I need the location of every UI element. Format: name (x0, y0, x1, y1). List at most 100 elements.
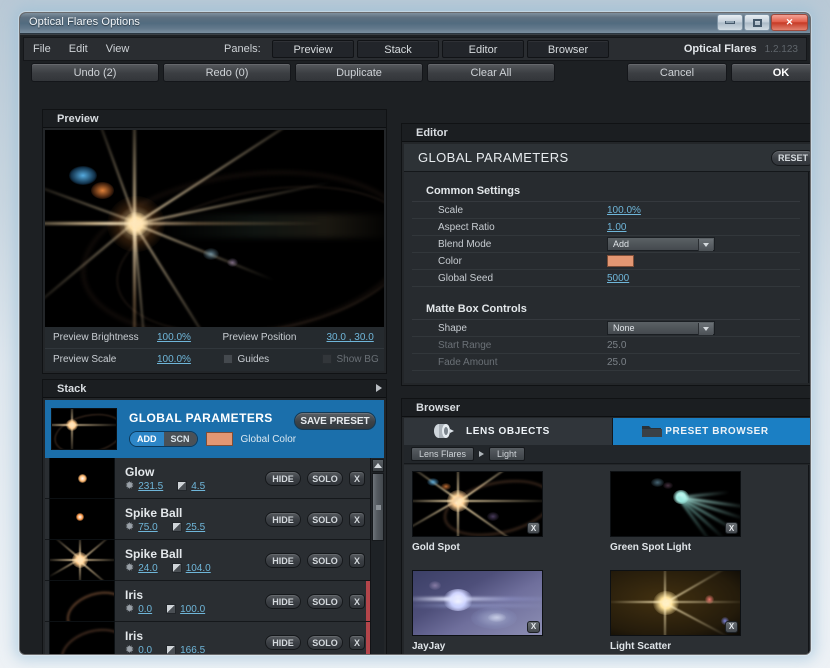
dropdown-blend-mode[interactable]: Add (607, 237, 715, 251)
clear-all-button[interactable]: Clear All (427, 63, 555, 82)
parameter-value[interactable]: 5000 (607, 273, 629, 284)
chevron-right-icon[interactable] (376, 384, 382, 392)
stack-scrollbar[interactable] (370, 458, 384, 655)
parameter-row[interactable]: ShapeNone (412, 320, 800, 337)
preview-brightness-control[interactable]: Preview Brightness 100.0% (45, 332, 215, 343)
solo-button[interactable]: SOLO (307, 471, 343, 486)
global-color-swatch[interactable] (206, 432, 233, 446)
parameter-row[interactable]: Color (412, 253, 800, 270)
preview-position-control[interactable]: Preview Position 30.0 , 30.0 (215, 332, 385, 343)
preview-brightness-value[interactable]: 100.0% (157, 332, 191, 343)
undo-button[interactable]: Undo (2) (31, 63, 159, 82)
tab-browser[interactable]: Browser (527, 40, 609, 58)
tab-stack[interactable]: Stack (357, 40, 439, 58)
preset-thumbnail[interactable]: X (610, 570, 741, 636)
tab-preview[interactable]: Preview (272, 40, 354, 58)
blend-mode-toggle[interactable]: ADD SCN (129, 431, 198, 447)
browser-scroll-up-button[interactable] (810, 466, 811, 479)
preset-thumbnail[interactable]: X (610, 471, 741, 537)
hide-button[interactable]: HIDE (265, 471, 301, 486)
close-button[interactable]: ✕ (771, 14, 808, 31)
editor-scroll-up-button[interactable] (810, 173, 811, 186)
layer-scale[interactable]: 4.5 (177, 481, 205, 492)
guides-checkbox[interactable] (223, 354, 233, 364)
preview-scale-control[interactable]: Preview Scale 100.0% (45, 354, 215, 365)
color-swatch[interactable] (607, 255, 634, 267)
tab-lens-objects[interactable]: LENS OBJECTS (404, 418, 613, 445)
browser-scrollbar[interactable] (808, 465, 811, 655)
tab-preset-browser[interactable]: PRESET BROWSER (613, 418, 811, 445)
remove-button[interactable]: X (725, 621, 738, 633)
hide-button[interactable]: HIDE (265, 512, 301, 527)
solo-button[interactable]: SOLO (307, 635, 343, 650)
showbg-checkbox[interactable] (322, 354, 332, 364)
browser-scroll-thumb[interactable] (810, 523, 811, 553)
editor-scrollbar[interactable] (808, 172, 811, 383)
table-row[interactable]: Spike Ball✹24.0104.0HIDESOLOX (45, 540, 370, 581)
layer-scale[interactable]: 100.0 (166, 604, 205, 615)
maximize-button[interactable] (744, 14, 770, 31)
dropdown-shape[interactable]: None (607, 321, 715, 335)
hide-button[interactable]: HIDE (265, 553, 301, 568)
remove-button[interactable]: X (527, 621, 540, 633)
preset-thumbnail[interactable]: X (412, 570, 543, 636)
stack-scroll-thumb[interactable] (372, 473, 384, 541)
layer-brightness[interactable]: ✹24.0 (125, 563, 158, 574)
blend-scn-option[interactable]: SCN (164, 432, 197, 446)
list-item[interactable]: XJayJay (412, 570, 610, 656)
reset-button[interactable]: RESET (771, 150, 811, 166)
hide-button[interactable]: HIDE (265, 635, 301, 650)
stack-global-row[interactable]: GLOBAL PARAMETERS ADD SCN Global Color S… (45, 400, 384, 458)
parameter-row[interactable]: Scale100.0% (412, 202, 800, 219)
tab-editor[interactable]: Editor (442, 40, 524, 58)
parameter-value[interactable]: 1.00 (607, 222, 626, 233)
table-row[interactable]: Iris✹0.0166.5HIDESOLOX (45, 622, 370, 655)
solo-button[interactable]: SOLO (307, 512, 343, 527)
layer-brightness[interactable]: ✹0.0 (125, 604, 152, 615)
ok-button[interactable]: OK (731, 63, 811, 82)
hide-button[interactable]: HIDE (265, 594, 301, 609)
layer-brightness[interactable]: ✹75.0 (125, 522, 158, 533)
layer-scale[interactable]: 104.0 (172, 563, 211, 574)
duplicate-button[interactable]: Duplicate (295, 63, 423, 82)
list-item[interactable]: XLight Scatter (610, 570, 808, 656)
remove-button[interactable]: X (349, 512, 365, 527)
preview-scale-value[interactable]: 100.0% (157, 354, 191, 365)
chevron-down-icon[interactable] (698, 323, 713, 335)
remove-button[interactable]: X (349, 553, 365, 568)
remove-button[interactable]: X (349, 471, 365, 486)
remove-button[interactable]: X (527, 522, 540, 534)
remove-button[interactable]: X (349, 635, 365, 650)
parameter-row[interactable]: Global Seed5000 (412, 270, 800, 287)
table-row[interactable]: Spike Ball✹75.025.5HIDESOLOX (45, 499, 370, 540)
redo-button[interactable]: Redo (0) (163, 63, 291, 82)
editor-scroll-thumb[interactable] (810, 187, 811, 263)
menu-file[interactable]: File (24, 38, 60, 60)
editor-scroll-down-button[interactable] (810, 369, 811, 382)
table-row[interactable]: Iris✹0.0100.0HIDESOLOX (45, 581, 370, 622)
layer-brightness[interactable]: ✹231.5 (125, 481, 163, 492)
layer-scale[interactable]: 25.5 (172, 522, 205, 533)
remove-button[interactable]: X (349, 594, 365, 609)
preview-position-value[interactable]: 30.0 , 30.0 (327, 332, 374, 343)
solo-button[interactable]: SOLO (307, 553, 343, 568)
solo-button[interactable]: SOLO (307, 594, 343, 609)
parameter-row[interactable]: Blend ModeAdd (412, 236, 800, 253)
menu-edit[interactable]: Edit (60, 38, 97, 60)
save-preset-button[interactable]: SAVE PRESET (294, 412, 376, 430)
table-row[interactable]: Glow✹231.54.5HIDESOLOX (45, 458, 370, 499)
breadcrumb-item-0[interactable]: Lens Flares (411, 447, 474, 461)
preview-canvas[interactable] (45, 130, 384, 343)
cancel-button[interactable]: Cancel (627, 63, 727, 82)
list-item[interactable]: XGreen Spot Light (610, 471, 808, 570)
stack-scroll-up-button[interactable] (372, 459, 384, 472)
blend-add-option[interactable]: ADD (130, 432, 164, 446)
menu-view[interactable]: View (97, 38, 139, 60)
list-item[interactable]: XGold Spot (412, 471, 610, 570)
minimize-button[interactable] (717, 14, 743, 31)
layer-scale[interactable]: 166.5 (166, 645, 205, 656)
parameter-value[interactable]: 100.0% (607, 205, 641, 216)
layer-brightness[interactable]: ✹0.0 (125, 645, 152, 656)
preset-thumbnail[interactable]: X (412, 471, 543, 537)
remove-button[interactable]: X (725, 522, 738, 534)
